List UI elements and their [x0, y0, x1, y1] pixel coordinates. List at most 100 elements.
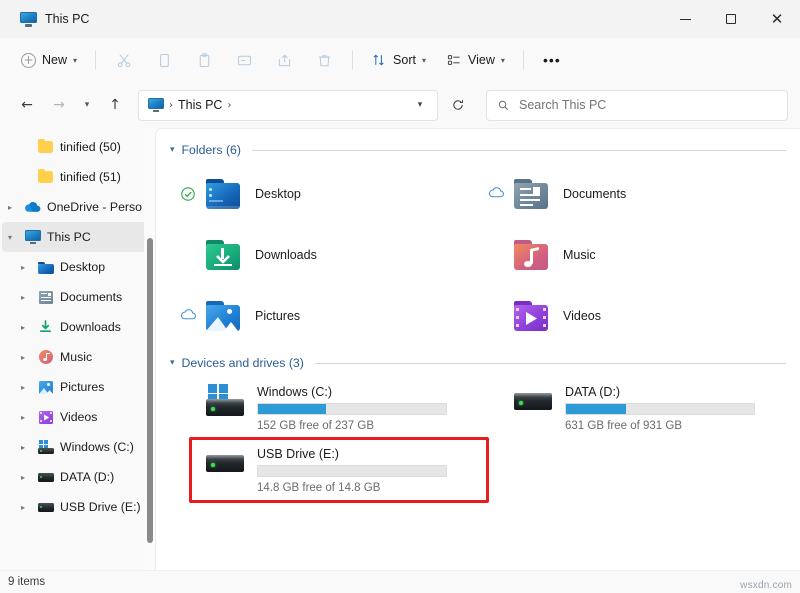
refresh-icon: [453, 100, 463, 110]
file-list-pane: ▾ Folders (6) Desktop Documents Downloads M…: [155, 128, 800, 570]
folder-icon: [37, 168, 54, 185]
folder-tile-label: Downloads: [255, 247, 317, 262]
tab-this-pc[interactable]: This PC: [12, 3, 101, 35]
sidebar-item-label: tinified (51): [60, 170, 121, 184]
chevron-down-icon: ▾: [421, 55, 426, 65]
back-button[interactable]: ←: [12, 90, 42, 120]
recent-locations-button[interactable]: ▾: [76, 90, 98, 120]
delete-button[interactable]: [305, 44, 343, 76]
status-bar: 9 items wsxdn.com: [0, 570, 800, 593]
drive-capacity-bar: [257, 465, 447, 477]
breadcrumb-separator-2[interactable]: ›: [227, 100, 231, 111]
share-button[interactable]: [265, 44, 303, 76]
sidebar-item-downloads[interactable]: ▸ Downloads: [2, 312, 150, 342]
maximize-button[interactable]: [708, 0, 754, 38]
ellipsis-icon: •••: [543, 52, 561, 68]
this-pc-icon: [24, 229, 41, 245]
drive-tile[interactable]: Windows (C:) 152 GB free of 237 GB: [170, 376, 478, 438]
sidebar-item-videos[interactable]: ▸ Videos: [2, 402, 150, 432]
chevron-right-icon[interactable]: ▸: [15, 353, 31, 362]
sidebar-item-onedrive-perso[interactable]: ▸ OneDrive - Perso: [2, 192, 150, 222]
breadcrumb[interactable]: › This PC › ▾: [138, 89, 438, 121]
downloads-folder-icon: [37, 319, 54, 335]
plus-circle-icon: +: [21, 52, 36, 68]
cut-button[interactable]: [105, 44, 143, 76]
copy-icon: [159, 53, 169, 67]
chevron-down-icon: ▾: [73, 55, 78, 65]
folder-tile[interactable]: Downloads: [170, 224, 478, 285]
sidebar-item-music[interactable]: ▸ Music: [2, 342, 150, 372]
paste-button[interactable]: [185, 44, 223, 76]
up-button[interactable]: ↑: [100, 90, 130, 120]
sidebar-item-tinified-50[interactable]: tinified (50): [2, 132, 150, 162]
rename-icon: [237, 55, 251, 65]
copy-button[interactable]: [145, 44, 183, 76]
videos-folder-icon: [37, 409, 54, 425]
chevron-down-icon[interactable]: ▾: [170, 358, 175, 368]
drive-capacity-fill: [258, 404, 326, 414]
drive-name: DATA (D:): [565, 385, 621, 399]
sidebar-item-documents[interactable]: ▸ Documents: [2, 282, 150, 312]
drives-group-header[interactable]: ▾ Devices and drives (3): [170, 352, 786, 374]
sidebar-scrollbar-thumb[interactable]: [147, 238, 153, 543]
forward-button[interactable]: →: [44, 90, 74, 120]
folder-tile[interactable]: Desktop: [170, 163, 478, 224]
chevron-down-icon[interactable]: ▾: [2, 233, 18, 242]
chevron-down-icon[interactable]: ▾: [170, 145, 175, 155]
view-button-label: View: [467, 53, 495, 67]
sidebar-item-desktop[interactable]: ▸ Desktop: [2, 252, 150, 282]
chevron-right-icon[interactable]: ▸: [15, 473, 31, 482]
minimize-button[interactable]: [662, 0, 708, 38]
search-input[interactable]: [519, 98, 777, 112]
breadcrumb-this-pc[interactable]: This PC: [178, 98, 222, 112]
drive-tile[interactable]: USB Drive (E:) 14.8 GB free of 14.8 GB: [170, 438, 478, 500]
sidebar-item-label: tinified (50): [60, 140, 121, 154]
folder-tile-label: Desktop: [255, 186, 301, 201]
sidebar-item-pictures[interactable]: ▸ Pictures: [2, 372, 150, 402]
drives-group-title: Devices and drives (3): [181, 356, 304, 370]
sidebar-item-data-d[interactable]: ▸ DATA (D:): [2, 462, 150, 492]
view-button[interactable]: View ▾: [437, 44, 514, 76]
scissors-icon: [117, 53, 130, 67]
folder-tile-label: Videos: [563, 308, 601, 323]
sort-button-label: Sort: [393, 53, 416, 67]
folder-tile[interactable]: Pictures: [170, 285, 478, 346]
sidebar-item-usb-drive-e[interactable]: ▸ USB Drive (E:): [2, 492, 150, 522]
folder-tile[interactable]: Music: [478, 224, 786, 285]
new-button[interactable]: + New ▾: [12, 44, 86, 76]
drive-capacity-fill: [566, 404, 627, 414]
folders-group-header[interactable]: ▾ Folders (6): [170, 139, 786, 161]
sort-button[interactable]: Sort ▾: [362, 44, 435, 76]
chevron-right-icon[interactable]: ▸: [2, 203, 18, 212]
sidebar-item-tinified-51[interactable]: tinified (51): [2, 162, 150, 192]
minimize-icon: [679, 18, 691, 20]
sidebar-item-label: This PC: [47, 230, 91, 244]
breadcrumb-dropdown-button[interactable]: ▾: [407, 92, 433, 119]
chevron-right-icon[interactable]: ▸: [15, 263, 31, 272]
folder-tile[interactable]: Videos: [478, 285, 786, 346]
title-bar: This PC ✕: [0, 0, 800, 38]
drive-tile[interactable]: DATA (D:) 631 GB free of 931 GB: [478, 376, 786, 438]
documents-folder-icon: [37, 289, 54, 305]
chevron-right-icon[interactable]: ▸: [15, 413, 31, 422]
chevron-right-icon[interactable]: ▸: [15, 383, 31, 392]
refresh-button[interactable]: [442, 90, 474, 121]
sidebar-item-windows-c[interactable]: ▸ Windows (C:): [2, 432, 150, 462]
chevron-right-icon[interactable]: ▸: [15, 293, 31, 302]
rename-button[interactable]: [225, 44, 263, 76]
chevron-right-icon[interactable]: ▸: [15, 443, 31, 452]
close-button[interactable]: ✕: [754, 0, 800, 38]
more-options-button[interactable]: •••: [533, 44, 571, 76]
folder-tile[interactable]: Documents: [478, 163, 786, 224]
navigation-pane: tinified (50) tinified (51) ▸ OneDrive - Pe…: [0, 128, 155, 570]
chevron-right-icon[interactable]: ▸: [15, 323, 31, 332]
maximize-icon: [726, 14, 736, 24]
drive-icon: [204, 446, 246, 482]
window-controls: ✕: [662, 0, 800, 38]
windows-drive-icon: [37, 439, 54, 455]
music-folder-icon: [37, 349, 54, 365]
sidebar-item-label: DATA (D:): [60, 470, 115, 484]
search-box[interactable]: [486, 89, 788, 121]
sidebar-item-this-pc[interactable]: ▾ This PC: [2, 222, 150, 252]
chevron-right-icon[interactable]: ▸: [15, 503, 31, 512]
